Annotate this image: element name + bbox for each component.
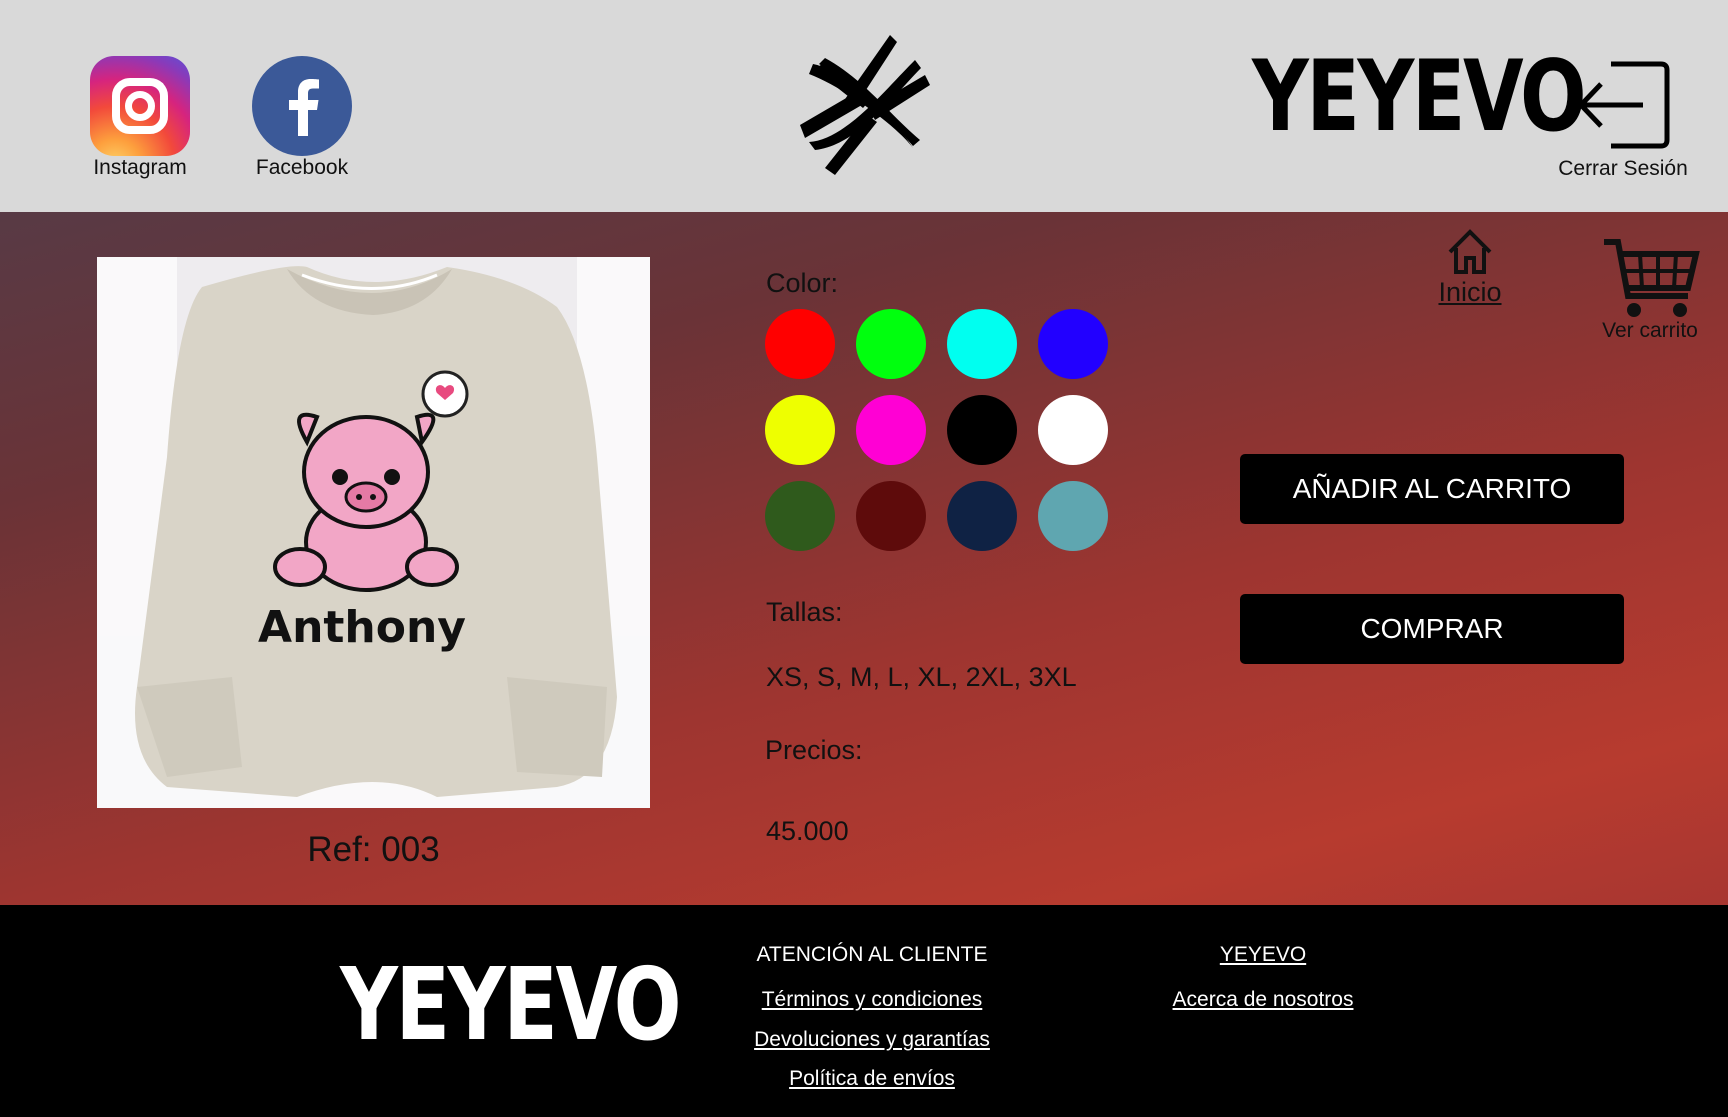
nav-cart[interactable]: Ver carrito [1590,236,1710,343]
color-swatch[interactable] [856,395,926,465]
color-swatch[interactable] [1038,395,1108,465]
footer-brand-wordmark: YEYEVO [340,946,682,1063]
color-swatch[interactable] [947,395,1017,465]
price-value: 45.000 [766,816,849,846]
color-swatch[interactable] [856,309,926,379]
color-swatch[interactable] [947,481,1017,551]
nav-cart-label: Ver carrito [1602,319,1698,342]
facebook-icon [252,56,352,156]
header: Instagram Facebook YEYEVO Cerrar Sesión [0,0,1728,212]
facebook-link[interactable]: Facebook [242,56,362,180]
color-swatch[interactable] [765,309,835,379]
color-swatch[interactable] [1038,309,1108,379]
product-image: Anthony [97,257,650,808]
color-swatch[interactable] [947,309,1017,379]
logout-icon [1577,61,1670,149]
logout-button[interactable]: Cerrar Sesión [1558,60,1728,181]
color-swatch[interactable] [765,395,835,465]
brand-wordmark: YEYEVO [1252,40,1587,154]
instagram-icon [90,56,190,156]
sizes-title: Tallas: [766,597,843,627]
footer-link-terms[interactable]: Términos y condiciones [722,988,1022,1012]
add-to-cart-button[interactable]: AÑADIR AL CARRITO [1240,454,1624,524]
cart-icon [1604,239,1700,317]
logout-label: Cerrar Sesión [1558,157,1688,180]
sizes-value: XS, S, M, L, XL, 2XL, 3XL [766,662,1077,692]
product-image-name: Anthony [258,602,466,653]
product-ref: Ref: 003 [307,830,440,869]
color-swatch[interactable] [765,481,835,551]
nav-home[interactable]: Inicio [1430,226,1510,308]
footer-link-about[interactable]: Acerca de nosotros [1113,988,1413,1012]
footer-company-title[interactable]: YEYEVO [1113,943,1413,967]
color-title: Color: [766,268,839,298]
color-swatch[interactable] [1038,481,1108,551]
footer-link-returns[interactable]: Devoluciones y garantías [722,1028,1022,1052]
footer-customer-title: ATENCIÓN AL CLIENTE [756,943,988,966]
brand-logo-icon [800,35,930,175]
instagram-label: Instagram [93,156,187,179]
home-icon [1448,229,1492,274]
footer-link-shipping[interactable]: Política de envíos [722,1067,1022,1091]
nav-home-label: Inicio [1438,277,1502,307]
buy-button[interactable]: COMPRAR [1240,594,1624,664]
prices-title: Precios: [765,735,863,765]
instagram-link[interactable]: Instagram [80,56,200,180]
facebook-label: Facebook [255,156,349,179]
color-swatch[interactable] [856,481,926,551]
